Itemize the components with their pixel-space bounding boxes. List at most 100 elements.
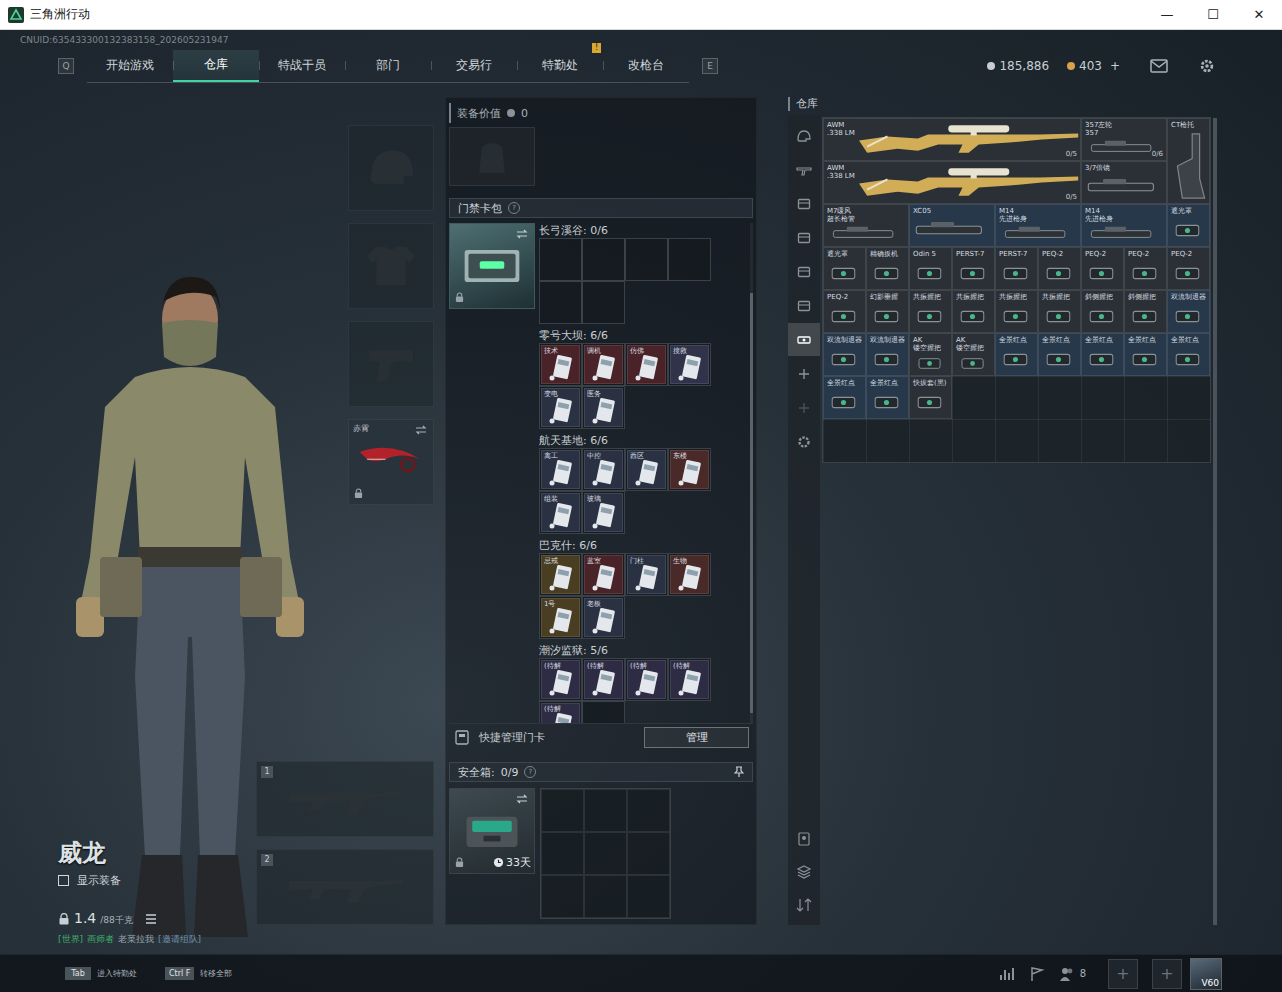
keycard-scrollbar[interactable]	[750, 223, 753, 723]
keycard-slot[interactable]: 忌戒	[539, 553, 582, 596]
flag-icon[interactable]	[1029, 966, 1045, 982]
keycard[interactable]: 忌戒	[541, 555, 580, 594]
keycard-slot[interactable]: 玻璃	[582, 491, 625, 534]
keycard[interactable]: 生物	[670, 555, 709, 594]
keycard[interactable]: 东楼	[670, 450, 709, 489]
nav-tab[interactable]: 特战干员	[259, 50, 345, 82]
nav-tab[interactable]: 仓库	[173, 50, 259, 82]
warehouse-tab[interactable]	[788, 323, 820, 356]
weapon-slot[interactable]: 1	[256, 761, 434, 837]
keycard-slot[interactable]: (待解	[625, 658, 668, 701]
keycard-slot[interactable]: 蓝室	[582, 553, 625, 596]
equipment-slot[interactable]: 赤霄	[348, 419, 434, 505]
warehouse-item[interactable]: 共振握把	[995, 290, 1038, 333]
warehouse-tab[interactable]	[788, 425, 820, 458]
keycard-slot[interactable]: 技术	[539, 343, 582, 386]
warehouse-item[interactable]: PEQ-2	[1081, 247, 1124, 290]
keycard-slot[interactable]	[539, 238, 582, 281]
warehouse-item[interactable]: 全景红点	[995, 333, 1038, 376]
warehouse-tool[interactable]	[788, 822, 820, 855]
warehouse-item[interactable]: 斜侧握把	[1081, 290, 1124, 333]
warehouse-item[interactable]: 全景红点	[1038, 333, 1081, 376]
warehouse-item[interactable]: AWM .338 LM 0/5	[823, 118, 1081, 161]
warehouse-item[interactable]: 斜侧握把	[1124, 290, 1167, 333]
warehouse-item[interactable]: PERST-7	[995, 247, 1038, 290]
help-button[interactable]: ?	[524, 766, 536, 778]
backpack-slot[interactable]	[449, 127, 535, 186]
warehouse-item[interactable]: 全景红点	[1081, 333, 1124, 376]
warehouse-item[interactable]: XC05	[909, 204, 995, 247]
warehouse-item[interactable]: 共振握把	[1038, 290, 1081, 333]
show-gear-toggle[interactable]: 显示装备	[58, 873, 256, 888]
safe-box-slot[interactable]	[584, 832, 627, 875]
keycard-pack[interactable]	[449, 223, 535, 309]
warehouse-item[interactable]: 357左轮 357 0/6	[1081, 118, 1167, 161]
warehouse-item[interactable]: PERST-7	[952, 247, 995, 290]
team-slot[interactable]: +	[1108, 959, 1138, 989]
warehouse-tab[interactable]	[788, 187, 820, 220]
safe-box-slot[interactable]	[541, 875, 584, 918]
gear-icon[interactable]	[1198, 58, 1216, 74]
prev-tab-key[interactable]: Q	[58, 58, 74, 74]
warehouse-tab[interactable]	[788, 221, 820, 254]
safe-box-slot[interactable]	[584, 789, 627, 832]
safe-box-slot[interactable]	[541, 832, 584, 875]
safe-box-slot[interactable]	[627, 832, 670, 875]
warehouse-item[interactable]: M14 先进枪身	[995, 204, 1081, 247]
keycard-slot[interactable]: 1号	[539, 596, 582, 639]
warehouse-item[interactable]: 全景红点	[1124, 333, 1167, 376]
nav-tab[interactable]: 部门	[345, 50, 431, 82]
keycard-slot[interactable]: (待解	[539, 701, 582, 723]
warehouse-tab[interactable]	[788, 255, 820, 288]
warehouse-item[interactable]: 快拔套(黑)	[909, 376, 952, 419]
warehouse-item[interactable]: 遮光罩	[1167, 204, 1210, 247]
keycard-slot[interactable]	[582, 238, 625, 281]
keycard[interactable]: 搜救	[670, 345, 709, 384]
warehouse-item[interactable]: PEQ-2	[823, 290, 866, 333]
keycard[interactable]: 变电	[541, 388, 580, 427]
equipment-slot[interactable]	[348, 321, 434, 407]
swap-icon[interactable]	[516, 229, 528, 239]
keycard-slot[interactable]: (待解	[539, 658, 582, 701]
warehouse-tab[interactable]	[788, 119, 820, 152]
keycard-slot[interactable]: 变电	[539, 386, 582, 429]
warehouse-item[interactable]: PEQ-2	[1167, 247, 1210, 290]
keycard-slot[interactable]	[582, 701, 625, 723]
window-control-button[interactable]: ✕	[1236, 0, 1282, 29]
friends-button[interactable]: 8	[1059, 966, 1086, 982]
warehouse-item[interactable]: Odin 5	[909, 247, 952, 290]
keycard-slot[interactable]: 医务	[582, 386, 625, 429]
nav-tab[interactable]: 改枪台	[603, 50, 689, 82]
safe-box[interactable]: 33天	[449, 788, 535, 874]
keycard-slot[interactable]: 调机	[582, 343, 625, 386]
keycard[interactable]: 蓝室	[584, 555, 623, 594]
keycard[interactable]: 组装	[541, 493, 580, 532]
swap-icon[interactable]	[415, 425, 427, 435]
warehouse-item[interactable]: PEQ-2	[1124, 247, 1167, 290]
keycard[interactable]: 西区	[627, 450, 666, 489]
keycard[interactable]: 1号	[541, 598, 580, 637]
safe-box-slot[interactable]	[584, 875, 627, 918]
warehouse-tab[interactable]	[788, 357, 820, 390]
keycard[interactable]: (待解	[541, 703, 580, 723]
warehouse-item[interactable]: 共振握把	[952, 290, 995, 333]
warehouse-item[interactable]: M7缓风 超长枪管	[823, 204, 909, 247]
keycard-slot[interactable]	[668, 238, 711, 281]
nav-tab[interactable]: ! 特勤处	[517, 50, 603, 82]
equipment-slot[interactable]	[348, 223, 434, 309]
player-avatar[interactable]: V60	[1190, 958, 1222, 990]
warehouse-item[interactable]: 全景红点	[823, 376, 866, 419]
safe-box-slot[interactable]	[541, 789, 584, 832]
keycard-slot[interactable]: 仿佛	[625, 343, 668, 386]
chat-line[interactable]: [世界]画师者老菜拉我[邀请组队]	[58, 933, 256, 946]
keycard-slot[interactable]: 西区	[625, 448, 668, 491]
team-slot[interactable]: +	[1152, 959, 1182, 989]
warehouse-item[interactable]: AWM .338 LM 0/5	[823, 161, 1081, 204]
keycard-slot[interactable]: 离工	[539, 448, 582, 491]
keycard-slot[interactable]: 搜救	[668, 343, 711, 386]
warehouse-scrollbar[interactable]	[1213, 118, 1217, 925]
keycard[interactable]: 调机	[584, 345, 623, 384]
keycard-slot[interactable]	[539, 281, 582, 324]
show-gear-checkbox[interactable]	[58, 875, 69, 886]
warehouse-item[interactable]: 全景红点	[866, 376, 909, 419]
